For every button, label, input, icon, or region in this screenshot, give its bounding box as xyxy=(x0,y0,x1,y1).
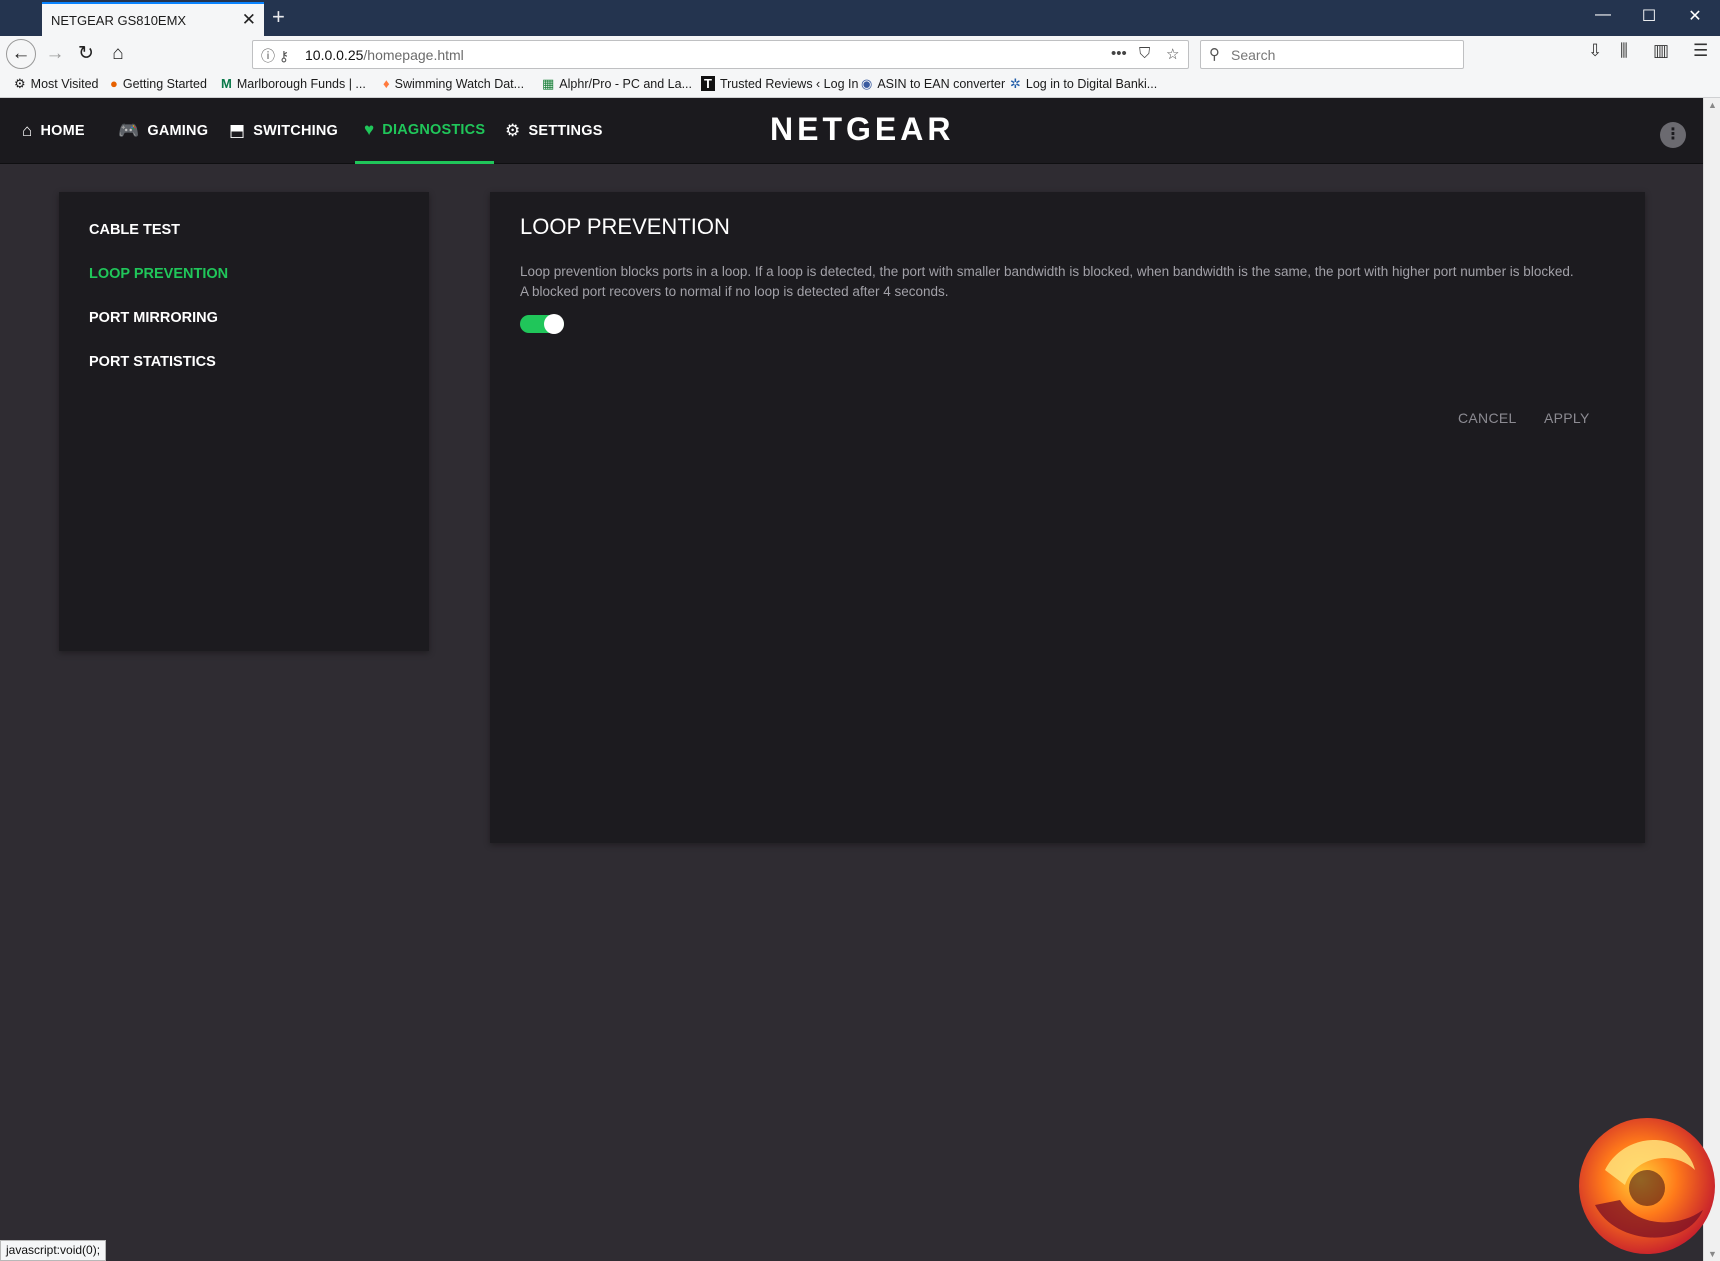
watermark-logo xyxy=(1579,1118,1715,1254)
toggle-knob xyxy=(544,314,564,334)
search-input[interactable] xyxy=(1231,45,1455,65)
page-scrollbar[interactable]: ▲ ▼ xyxy=(1703,98,1720,1261)
loop-prevention-panel: LOOP PREVENTION Loop prevention blocks p… xyxy=(490,192,1645,843)
nav-home[interactable]: ⌂ HOME xyxy=(22,98,85,164)
nav-label: DIAGNOSTICS xyxy=(382,121,486,138)
nav-switching[interactable]: ⬒ SWITCHING xyxy=(229,98,338,164)
switch-icon: ⬒ xyxy=(229,121,246,140)
bookmark-asin-ean[interactable]: ◉ ASIN to EAN converter xyxy=(861,76,1005,92)
nav-settings[interactable]: ⚙ SETTINGS xyxy=(505,98,603,164)
browser-toolbar: ← → ↻ ⌂ ⓘ ⚷ 10.0.0.25/homepage.html ••• … xyxy=(0,36,1720,72)
gear-icon: ⚙ xyxy=(505,121,521,140)
bookmark-label: ASIN to EAN converter xyxy=(877,77,1006,91)
gear-icon: ⚙ xyxy=(14,76,26,91)
url-host: 10.0.0.25 xyxy=(305,47,364,63)
home-icon[interactable]: ⌂ xyxy=(103,40,133,68)
sidebar-item-port-mirroring[interactable]: PORT MIRRORING xyxy=(89,310,218,326)
search-icon: ⚲ xyxy=(1209,46,1220,63)
tab-close-icon[interactable]: ✕ xyxy=(242,10,256,30)
page-description: Loop prevention blocks ports in a loop. … xyxy=(520,262,1620,302)
diagnostics-sidebar: CABLE TEST LOOP PREVENTION PORT MIRRORIN… xyxy=(59,192,429,651)
downloads-icon[interactable]: ⇩ xyxy=(1588,41,1602,61)
sidebar-toggle-icon[interactable]: ▥ xyxy=(1653,41,1669,61)
reload-icon[interactable]: ↻ xyxy=(71,40,101,68)
url-text[interactable]: 10.0.0.25/homepage.html xyxy=(305,47,464,63)
bookmark-getting-started[interactable]: ● Getting Started xyxy=(110,76,207,91)
bookmark-marlborough[interactable]: M Marlborough Funds | ... xyxy=(221,76,366,91)
nav-diagnostics[interactable]: ♥ DIAGNOSTICS xyxy=(355,98,495,164)
description-line: Loop prevention blocks ports in a loop. … xyxy=(520,264,1574,279)
gamepad-icon: 🎮 xyxy=(118,121,140,140)
netgear-logo: NETGEAR xyxy=(770,111,955,147)
page-title: LOOP PREVENTION xyxy=(520,214,730,239)
bookmark-label: Log in to Digital Banki... xyxy=(1025,77,1158,91)
pocket-icon[interactable]: ⛉ xyxy=(1139,45,1150,62)
sidebar-item-port-statistics[interactable]: PORT STATISTICS xyxy=(89,354,216,370)
firefox-icon: ● xyxy=(110,76,118,91)
bookmark-digital-banking[interactable]: ✲ Log in to Digital Banki... xyxy=(1010,76,1157,92)
more-options-icon[interactable]: ⋮ xyxy=(1660,122,1686,148)
m-logo-icon: M xyxy=(221,76,232,91)
globe-icon: ◉ xyxy=(861,76,873,91)
maximize-icon[interactable]: ☐ xyxy=(1626,6,1672,26)
t-logo-icon: T xyxy=(701,76,715,91)
browser-titlebar: NETGEAR GS810EMX ✕ + — ☐ ✕ xyxy=(0,0,1720,36)
bookmark-label: Alphr/Pro - PC and La... xyxy=(559,77,692,91)
site-info-icon[interactable]: ⓘ ⚷ xyxy=(261,46,289,66)
window-close-icon[interactable]: ✕ xyxy=(1672,6,1718,26)
loop-prevention-toggle[interactable] xyxy=(520,314,564,334)
nav-label: SETTINGS xyxy=(528,123,603,139)
nav-label: HOME xyxy=(40,123,85,139)
search-bar[interactable]: ⚲ xyxy=(1200,40,1464,69)
bookmark-label: Trusted Reviews ‹ Log In xyxy=(719,77,859,91)
url-bar[interactable]: ⓘ ⚷ 10.0.0.25/homepage.html ••• ⛉ ☆ xyxy=(252,40,1189,69)
bookmark-trusted-reviews[interactable]: T Trusted Reviews ‹ Log In xyxy=(701,76,858,91)
browser-tab[interactable]: NETGEAR GS810EMX ✕ xyxy=(42,2,264,36)
url-path: /homepage.html xyxy=(363,47,464,63)
minimize-icon[interactable]: — xyxy=(1580,6,1626,24)
bookmark-label: Most Visited xyxy=(30,77,99,91)
nav-gaming[interactable]: 🎮 GAMING xyxy=(118,98,208,164)
bookmark-swimming-watch[interactable]: ♦ Swimming Watch Dat... xyxy=(383,76,524,91)
tab-title: NETGEAR GS810EMX xyxy=(51,13,187,28)
bookmarks-bar: ⚙ Most Visited ● Getting Started M Marlboro… xyxy=(0,72,1720,98)
library-icon[interactable]: ⫼ xyxy=(1620,41,1628,61)
description-line: A blocked port recovers to normal if no … xyxy=(520,284,949,299)
menu-icon[interactable]: ☰ xyxy=(1693,41,1708,61)
new-tab-icon[interactable]: + xyxy=(272,4,285,30)
sidebar-item-cable-test[interactable]: CABLE TEST xyxy=(89,222,180,238)
status-bar: javascript:void(0); xyxy=(0,1240,107,1261)
sheet-icon: ▦ xyxy=(542,76,555,91)
bookmark-label: Getting Started xyxy=(122,77,207,91)
star-logo-icon: ✲ xyxy=(1010,76,1021,91)
nav-label: GAMING xyxy=(147,123,209,139)
pin-icon: ♦ xyxy=(383,76,390,91)
bookmark-star-icon[interactable]: ☆ xyxy=(1166,45,1179,63)
back-arrow-icon[interactable]: ← xyxy=(6,39,36,69)
cancel-button[interactable]: CANCEL xyxy=(1458,410,1517,426)
bookmark-label: Marlborough Funds | ... xyxy=(236,77,366,91)
scroll-up-icon[interactable]: ▲ xyxy=(1708,100,1717,110)
forward-arrow-icon[interactable]: → xyxy=(40,40,70,68)
apply-button[interactable]: APPLY xyxy=(1544,410,1590,426)
nav-label: SWITCHING xyxy=(253,123,339,139)
sidebar-item-loop-prevention[interactable]: LOOP PREVENTION xyxy=(89,266,228,282)
bookmark-label: Swimming Watch Dat... xyxy=(394,77,525,91)
bookmark-most-visited[interactable]: ⚙ Most Visited xyxy=(14,76,99,92)
heart-pulse-icon: ♥ xyxy=(364,119,375,139)
home-icon: ⌂ xyxy=(22,121,33,140)
page-actions-icon[interactable]: ••• xyxy=(1111,45,1127,62)
bookmark-alphr[interactable]: ▦ Alphr/Pro - PC and La... xyxy=(542,76,692,92)
